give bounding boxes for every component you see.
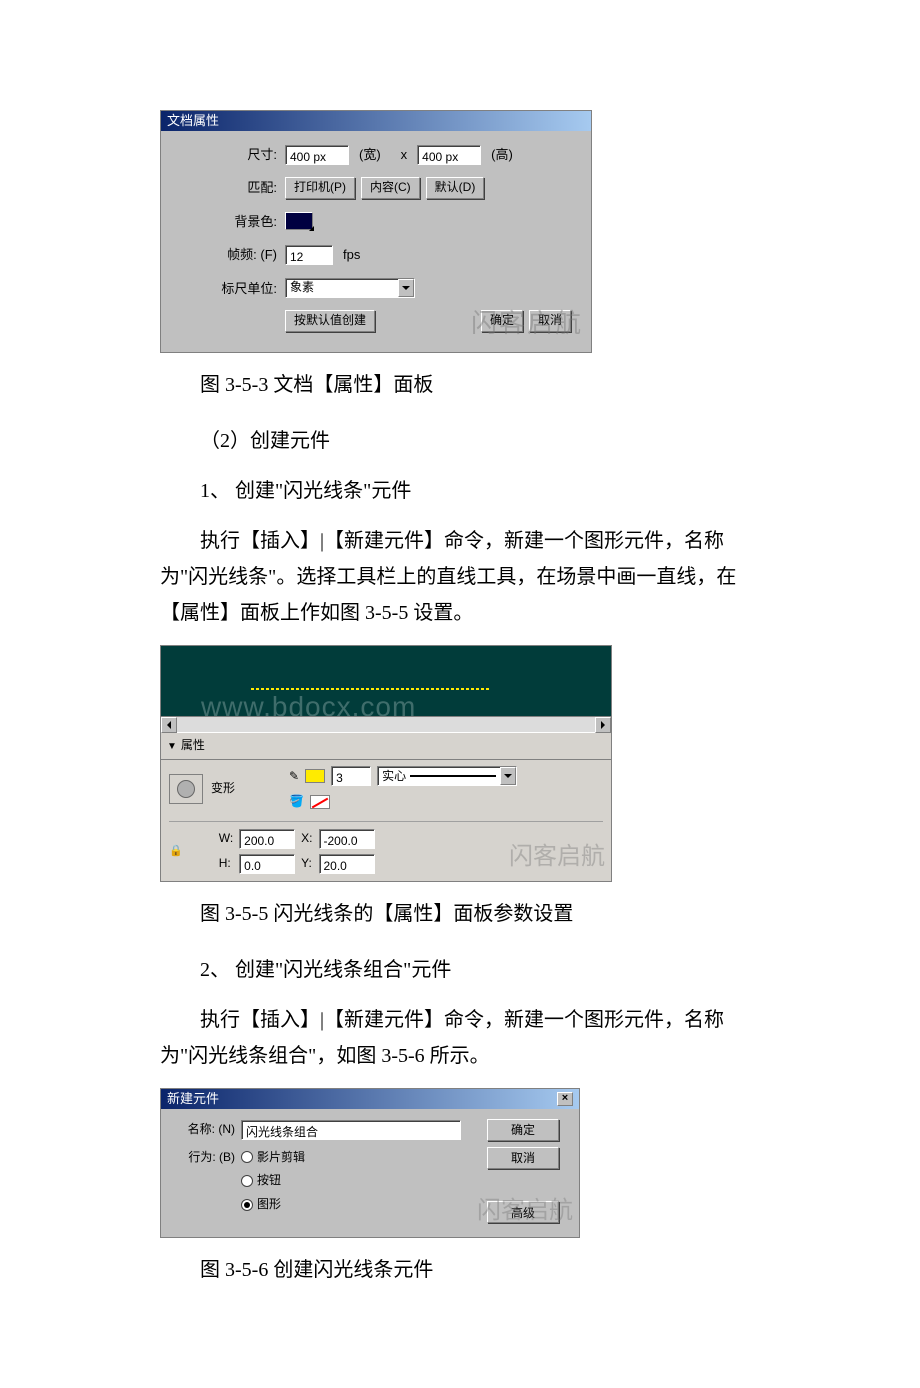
item-1-heading: 1、 创建"闪光线条"元件 bbox=[160, 473, 760, 509]
dialog-title: 文档属性 bbox=[161, 111, 591, 131]
radio-graphic[interactable] bbox=[241, 1199, 253, 1211]
watermark: 闪客启航 bbox=[509, 836, 605, 879]
radio-movie[interactable] bbox=[241, 1151, 253, 1163]
caption-3-5-5: 图 3-5-5 闪光线条的【属性】面板参数设置 bbox=[160, 896, 760, 932]
ruler-label: 标尺单位: bbox=[175, 277, 285, 300]
height-suffix: (高) bbox=[491, 143, 513, 166]
bucket-icon: 🪣 bbox=[289, 791, 304, 813]
chevron-down-icon bbox=[398, 279, 414, 297]
scroll-right-icon[interactable] bbox=[595, 717, 611, 733]
stroke-style-value: 实心 bbox=[382, 766, 406, 788]
cancel-button[interactable]: 取消 bbox=[529, 310, 571, 332]
x-input[interactable]: -200.0 bbox=[319, 829, 375, 849]
canvas-watermark: www.bdocx.com bbox=[201, 682, 416, 716]
x-label: x bbox=[401, 143, 408, 166]
close-icon[interactable]: × bbox=[557, 1092, 573, 1106]
new-symbol-dialog: 新建元件 × 名称: (N) 闪光线条组合 行为: (B) 影片剪辑 按钮 bbox=[160, 1088, 580, 1238]
size-label: 尺寸: bbox=[175, 143, 285, 166]
opt-button-label: 按钮 bbox=[257, 1170, 281, 1192]
chevron-down-icon bbox=[500, 767, 516, 785]
opt-movie-label: 影片剪辑 bbox=[257, 1147, 305, 1169]
properties-panel: www.bdocx.com 属性 变形 ✎ 3 实心 bbox=[160, 645, 612, 882]
watermark: 闪客启航 bbox=[477, 1190, 573, 1233]
match-printer-button[interactable]: 打印机(P) bbox=[285, 177, 355, 199]
match-label: 匹配: bbox=[175, 176, 285, 199]
panel-title: 属性 bbox=[181, 738, 205, 752]
stroke-color-swatch[interactable] bbox=[305, 769, 325, 783]
opt-graphic-label: 图形 bbox=[257, 1194, 281, 1216]
h-label: H: bbox=[219, 853, 233, 875]
fps-unit: fps bbox=[343, 243, 360, 266]
match-content-button[interactable]: 内容(C) bbox=[361, 177, 420, 199]
name-input[interactable]: 闪光线条组合 bbox=[241, 1120, 461, 1140]
ruler-value: 象素 bbox=[290, 277, 314, 299]
ok-button[interactable]: 确定 bbox=[487, 1119, 559, 1141]
width-suffix: (宽) bbox=[359, 143, 381, 166]
match-default-button[interactable]: 默认(D) bbox=[426, 177, 485, 199]
fill-color-swatch[interactable] bbox=[310, 795, 330, 809]
pencil-icon: ✎ bbox=[289, 766, 299, 788]
item-2-heading: 2、 创建"闪光线条组合"元件 bbox=[160, 952, 760, 988]
document-properties-dialog: 文档属性 尺寸: 400 px (宽) x 400 px (高) 匹配: 打印机… bbox=[160, 110, 592, 353]
x-label: X: bbox=[301, 828, 312, 850]
stroke-width-input[interactable]: 3 bbox=[331, 766, 371, 786]
fps-label: 帧频: (F) bbox=[175, 243, 285, 266]
caption-3-5-3: 图 3-5-3 文档【属性】面板 bbox=[160, 367, 760, 403]
bg-label: 背景色: bbox=[175, 210, 285, 233]
name-label: 名称: (N) bbox=[173, 1119, 241, 1141]
panel-header[interactable]: 属性 bbox=[161, 732, 611, 760]
paragraph-2: 执行【插入】|【新建元件】命令，新建一个图形元件，名称为"闪光线条组合"，如图 … bbox=[160, 1002, 760, 1074]
bg-color-swatch[interactable] bbox=[285, 212, 313, 230]
behavior-label: 行为: (B) bbox=[173, 1147, 241, 1169]
scroll-left-icon[interactable] bbox=[161, 717, 177, 733]
dialog-title: 新建元件 bbox=[167, 1087, 219, 1110]
collapse-icon bbox=[167, 738, 181, 752]
h-input[interactable]: 0.0 bbox=[239, 854, 295, 874]
create-default-button[interactable]: 按默认值创建 bbox=[285, 310, 375, 332]
fps-input[interactable]: 12 bbox=[285, 245, 333, 265]
h-scrollbar[interactable] bbox=[161, 716, 611, 732]
width-input[interactable]: 400 px bbox=[285, 145, 349, 165]
y-label: Y: bbox=[301, 853, 312, 875]
lock-icon[interactable] bbox=[169, 840, 183, 862]
w-input[interactable]: 200.0 bbox=[239, 829, 295, 849]
w-label: W: bbox=[219, 828, 233, 850]
shape-icon bbox=[169, 774, 203, 804]
paragraph-1: 执行【插入】|【新建元件】命令，新建一个图形元件，名称为"闪光线条"。选择工具栏… bbox=[160, 523, 760, 631]
canvas-area[interactable]: www.bdocx.com bbox=[161, 646, 611, 716]
ok-button[interactable]: 确定 bbox=[481, 310, 523, 332]
step-2-heading: （2）创建元件 bbox=[160, 423, 760, 459]
cancel-button[interactable]: 取消 bbox=[487, 1147, 559, 1169]
y-input[interactable]: 20.0 bbox=[319, 854, 375, 874]
ruler-select[interactable]: 象素 bbox=[285, 278, 415, 298]
shape-label: 变形 bbox=[211, 778, 261, 800]
stroke-style-select[interactable]: 实心 bbox=[377, 766, 517, 786]
caption-3-5-6: 图 3-5-6 创建闪光线条元件 bbox=[160, 1252, 760, 1288]
height-input[interactable]: 400 px bbox=[417, 145, 481, 165]
radio-button[interactable] bbox=[241, 1175, 253, 1187]
